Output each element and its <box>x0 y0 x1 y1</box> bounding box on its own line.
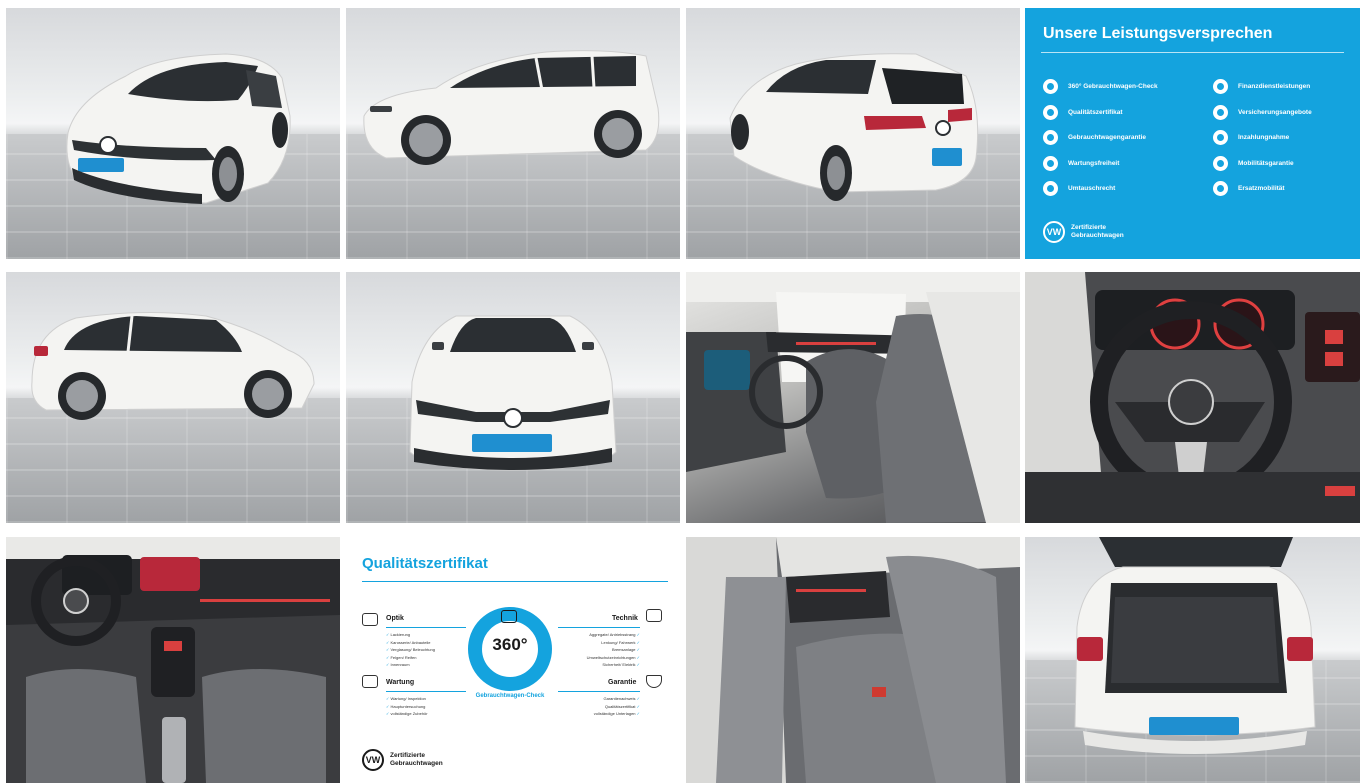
gallery-tile-rear-left[interactable] <box>686 8 1020 259</box>
car-photo-front <box>409 315 617 471</box>
promise-item: Ersatzmobilität <box>1213 176 1312 202</box>
gallery-tile-front-seats[interactable] <box>686 272 1020 523</box>
promise-item: Gebrauchtwagengarantie <box>1043 125 1158 151</box>
vw-logo-icon: VW <box>1043 221 1065 243</box>
finance-icon <box>1213 79 1228 95</box>
car-photo-trunk-open <box>1074 537 1316 754</box>
gallery-tile-side-right[interactable] <box>346 8 680 259</box>
brand-text: Zertifizierte Gebrauchtwagen <box>1071 224 1124 239</box>
car-photo-front-left <box>66 53 291 204</box>
wartung-items: Wartung/ Inspektion Hauptuntersuchung vo… <box>386 695 427 718</box>
license-plate <box>932 148 962 166</box>
promise-item: Mobilitätsgarantie <box>1213 151 1312 177</box>
gallery-tile-steering-wheel[interactable] <box>1025 272 1360 523</box>
divider <box>1041 52 1344 53</box>
license-plate <box>472 434 552 452</box>
optik-label: Optik <box>386 615 404 622</box>
divider <box>558 691 640 692</box>
car-photo-rear-left <box>729 53 979 201</box>
technik-label: Technik <box>612 615 638 622</box>
key-icon <box>1213 130 1228 146</box>
shield-check-icon <box>646 675 662 688</box>
divider <box>362 581 668 582</box>
quality-title: Qualitätszertifikat <box>362 555 488 572</box>
divider <box>386 627 466 628</box>
garantie-label: Garantie <box>608 679 637 686</box>
image-gallery-grid: Unsere Leistungsversprechen 360° Gebrauc… <box>0 0 1367 783</box>
interior-photo-rear-seats <box>686 537 1020 783</box>
promise-title: Unsere Leistungsversprechen <box>1043 25 1273 42</box>
promise-item: Finanzdienstleistungen <box>1213 74 1312 100</box>
car-photo-side-left <box>31 311 315 420</box>
promise-item: Inzahlungnahme <box>1213 125 1312 151</box>
promise-item: Wartungsfreiheit <box>1043 151 1158 177</box>
shield-icon <box>1043 130 1058 146</box>
promise-list-left: 360° Gebrauchtwagen-Check Qualitätszerti… <box>1043 74 1158 202</box>
promise-infographic[interactable]: Unsere Leistungsversprechen 360° Gebrauc… <box>1025 8 1360 259</box>
brand-text: Zertifizierte Gebrauchtwagen <box>390 752 443 767</box>
gallery-tile-side-left[interactable] <box>6 272 340 523</box>
check-360-label: Gebrauchtwagen-Check <box>475 693 545 699</box>
quality-certificate-infographic[interactable]: Qualitätszertifikat Optik Lackierung Kar… <box>346 537 680 783</box>
interior-photo-dashboard <box>6 537 340 783</box>
gallery-tile-rear-seats[interactable] <box>686 537 1020 783</box>
car-photo-side-right <box>363 50 660 165</box>
optik-items: Lackierung Karosserie/ Anbauteile Vergla… <box>386 631 434 669</box>
garantie-items: Garantienachweis Qualitätszertifikat vol… <box>560 695 640 718</box>
divider <box>558 627 640 628</box>
vw-logo-icon: VW <box>362 749 384 771</box>
promise-list-right: Finanzdienstleistungen Versicherungsange… <box>1213 74 1312 202</box>
gallery-tile-front-left[interactable] <box>6 8 340 259</box>
promise-item: Versicherungsangebote <box>1213 100 1312 126</box>
promise-item: 360° Gebrauchtwagen-Check <box>1043 74 1158 100</box>
certificate-icon <box>1043 104 1058 120</box>
car-icon <box>501 610 517 623</box>
promise-item: Umtauschrecht <box>1043 176 1158 202</box>
gallery-tile-trunk[interactable] <box>1025 537 1360 783</box>
technik-items: Aggregate/ Antriebsstrang Lenkung/ Fahrw… <box>560 631 640 669</box>
gallery-tile-dashboard[interactable] <box>6 537 340 783</box>
insurance-icon <box>1213 104 1228 120</box>
gallery-tile-front[interactable] <box>346 272 680 523</box>
engine-check-icon <box>646 609 662 622</box>
interior-photo-steering-wheel <box>1025 272 1360 523</box>
wartung-label: Wartung <box>386 679 415 686</box>
interior-photo-front-seats <box>686 272 1020 523</box>
divider <box>386 691 466 692</box>
replacement-car-icon <box>1213 181 1228 197</box>
license-plate <box>1149 717 1239 735</box>
check-360-value: 360° <box>492 635 528 654</box>
check-badge-icon <box>1043 79 1058 95</box>
wrench-icon <box>1043 155 1058 171</box>
license-plate <box>78 158 124 172</box>
exchange-icon <box>1043 181 1058 197</box>
car-check-icon <box>362 613 378 626</box>
promise-item: Qualitätszertifikat <box>1043 100 1158 126</box>
car-icon <box>1213 155 1228 171</box>
service-icon <box>362 675 378 688</box>
